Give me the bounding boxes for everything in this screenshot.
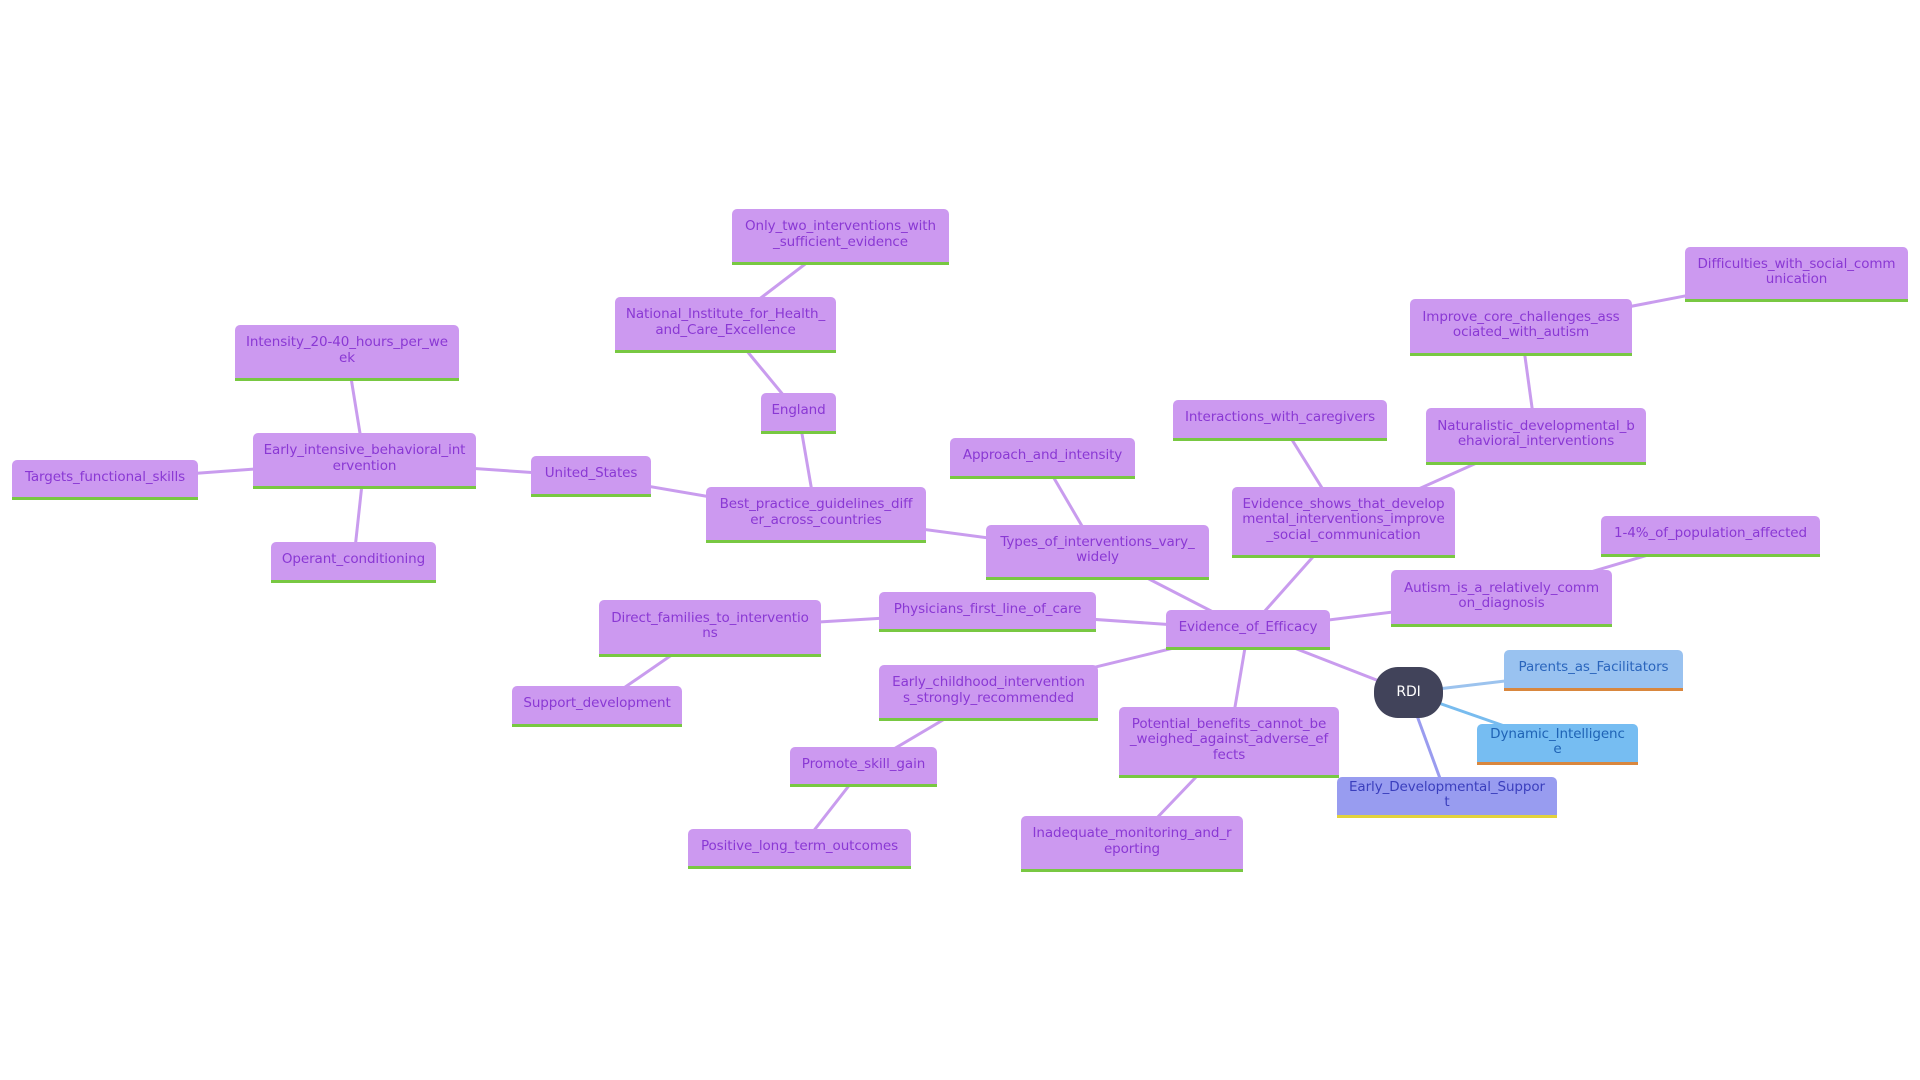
node-evidence-shows-developmental[interactable]: Evidence_shows_that_developmental_interv… xyxy=(1232,487,1455,558)
node-types-of-interventions[interactable]: Types_of_interventions_vary_widely xyxy=(986,525,1209,580)
node-label: Parents_as_Facilitators xyxy=(1518,659,1669,676)
node-label: Improve_core_challenges_associated_with_… xyxy=(1422,308,1620,340)
node-early-intensive-behavioral[interactable]: Early_intensive_behavioral_intervention xyxy=(253,433,476,489)
node-label: Potential_benefits_cannot_be_weighed_aga… xyxy=(1129,715,1329,763)
node-label: Only_two_interventions_with_sufficient_e… xyxy=(745,218,936,250)
node-label: Evidence_of_Efficacy xyxy=(1178,618,1318,635)
node-label: Inadequate_monitoring_and_reporting xyxy=(1032,825,1232,857)
node-label: National_Institute_for_Health_and_Care_E… xyxy=(625,306,826,338)
node-naturalistic-interventions[interactable]: Naturalistic_developmental_behavioral_in… xyxy=(1426,408,1646,465)
node-evidence-of-efficacy[interactable]: Evidence_of_Efficacy xyxy=(1166,610,1330,650)
node-label: Best_practice_guidelines_differ_across_c… xyxy=(719,496,913,528)
node-england[interactable]: England xyxy=(761,393,836,434)
node-interactions-with-caregivers[interactable]: Interactions_with_caregivers xyxy=(1173,400,1387,441)
node-label: Early_Developmental_Support xyxy=(1349,778,1545,810)
node-label: Positive_long_term_outcomes xyxy=(700,837,899,854)
node-label: United_States xyxy=(544,465,638,482)
node-approach-and-intensity[interactable]: Approach_and_intensity xyxy=(950,438,1135,479)
node-label: Evidence_shows_that_developmental_interv… xyxy=(1242,495,1445,543)
node-united-states[interactable]: United_States xyxy=(531,456,651,497)
node-label: Promote_skill_gain xyxy=(801,755,926,772)
node-label: Targets_functional_skills xyxy=(24,468,186,485)
node-label: Interactions_with_caregivers xyxy=(1184,409,1376,426)
node-autism-common-diagnosis[interactable]: Autism_is_a_relatively_common_diagnosis xyxy=(1391,570,1612,627)
node-label: Difficulties_with_social_communication xyxy=(1697,255,1896,287)
node-potential-benefits[interactable]: Potential_benefits_cannot_be_weighed_aga… xyxy=(1119,707,1339,778)
node-label: Autism_is_a_relatively_common_diagnosis xyxy=(1403,579,1600,611)
node-label: Types_of_interventions_vary_widely xyxy=(1000,533,1195,565)
node-intensity-hours[interactable]: Intensity_20-40_hours_per_week xyxy=(235,325,459,381)
node-label: Direct_families_to_interventions xyxy=(611,609,809,641)
node-label: Physicians_first_line_of_care xyxy=(893,600,1082,617)
node-difficulties-social-communication[interactable]: Difficulties_with_social_communication xyxy=(1685,247,1908,302)
node-improve-core-challenges[interactable]: Improve_core_challenges_associated_with_… xyxy=(1410,299,1632,356)
node-label: England xyxy=(771,402,826,419)
node-support-development[interactable]: Support_development xyxy=(512,686,682,727)
node-inadequate-monitoring[interactable]: Inadequate_monitoring_and_reporting xyxy=(1021,816,1243,872)
node-dynamic-intelligence[interactable]: Dynamic_Intelligence xyxy=(1477,724,1638,765)
node-label: RDI xyxy=(1396,683,1421,700)
node-promote-skill-gain[interactable]: Promote_skill_gain xyxy=(790,747,937,787)
node-early-childhood-interventions[interactable]: Early_childhood_interventions_strongly_r… xyxy=(879,665,1098,721)
node-label: Early_intensive_behavioral_intervention xyxy=(263,442,466,474)
node-label: Intensity_20-40_hours_per_week xyxy=(246,334,448,366)
node-rdi-root[interactable]: RDI xyxy=(1374,667,1443,718)
node-label: Early_childhood_interventions_strongly_r… xyxy=(892,674,1085,706)
node-national-institute[interactable]: National_Institute_for_Health_and_Care_E… xyxy=(615,297,836,353)
node-targets-functional-skills[interactable]: Targets_functional_skills xyxy=(12,460,198,500)
node-label: Naturalistic_developmental_behavioral_in… xyxy=(1437,417,1635,449)
node-physicians-first-line[interactable]: Physicians_first_line_of_care xyxy=(879,592,1096,632)
node-direct-families[interactable]: Direct_families_to_interventions xyxy=(599,600,821,657)
node-only-two-interventions[interactable]: Only_two_interventions_with_sufficient_e… xyxy=(732,209,949,265)
node-parents-as-facilitators[interactable]: Parents_as_Facilitators xyxy=(1504,650,1683,691)
node-best-practice-guidelines[interactable]: Best_practice_guidelines_differ_across_c… xyxy=(706,487,926,543)
node-early-developmental-support[interactable]: Early_Developmental_Support xyxy=(1337,777,1557,818)
node-operant-conditioning[interactable]: Operant_conditioning xyxy=(271,542,436,583)
node-label: 1-4%_of_population_affected xyxy=(1614,525,1807,542)
node-label: Approach_and_intensity xyxy=(962,447,1123,464)
mindmap-canvas: RDI Parents_as_Facilitators Dynamic_Inte… xyxy=(0,0,1920,1080)
node-label: Support_development xyxy=(523,695,671,712)
node-label: Operant_conditioning xyxy=(281,551,426,568)
node-population-affected[interactable]: 1-4%_of_population_affected xyxy=(1601,516,1820,557)
node-positive-outcomes[interactable]: Positive_long_term_outcomes xyxy=(688,829,911,869)
node-label: Dynamic_Intelligence xyxy=(1490,725,1625,757)
